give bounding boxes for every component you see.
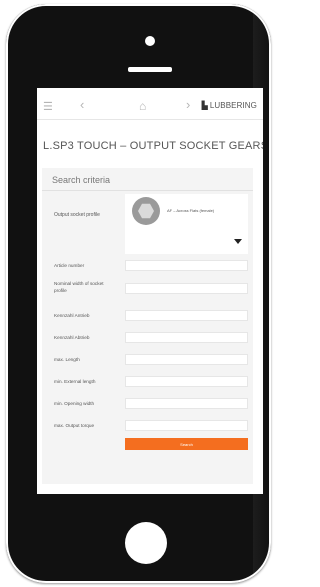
brand-name: LUBBERING (209, 101, 257, 110)
brand-logo[interactable]: ▙ LUBBERING (202, 101, 257, 110)
kennzahl-antrieb-label: Kennzahl Antrieb (54, 313, 90, 318)
nav-divider (37, 119, 263, 120)
article-number-input[interactable] (125, 260, 248, 271)
socket-profile-icon (132, 197, 160, 225)
article-number-label: Article number (54, 263, 85, 268)
phone-frame: ☰ ‹ ⌂ › ▙ LUBBERING L.SP3 TOUCH – OUTPUT… (6, 4, 271, 583)
min-external-length-label: min. External length (54, 379, 96, 384)
search-button[interactable]: Search (125, 438, 248, 450)
search-criteria-panel: Search criteria Output socket profile AF… (42, 168, 253, 484)
search-criteria-heading: Search criteria (52, 175, 111, 185)
top-nav: ☰ ‹ ⌂ › ▙ LUBBERING (37, 96, 263, 118)
output-socket-profile-value: AF – Across Flats (female) (167, 208, 215, 213)
kennzahl-abtrieb-label: Kennzahl Abtrieb (54, 335, 90, 340)
menu-icon[interactable]: ☰ (43, 100, 53, 113)
speaker-grille (128, 67, 172, 72)
min-external-length-input[interactable] (125, 376, 248, 387)
max-output-torque-input[interactable] (125, 420, 248, 431)
chevron-right-icon[interactable]: › (186, 97, 190, 112)
camera-dot (145, 36, 155, 46)
kennzahl-antrieb-input[interactable] (125, 310, 248, 321)
max-length-label: max. Length (54, 357, 80, 362)
nominal-width-input[interactable] (125, 283, 248, 294)
min-opening-width-input[interactable] (125, 398, 248, 409)
dropdown-arrow-icon[interactable] (234, 239, 242, 244)
home-button[interactable] (125, 522, 167, 564)
output-socket-profile-label: Output socket profile (54, 212, 100, 218)
heading-divider (42, 190, 253, 191)
min-opening-width-label: min. Opening width (54, 401, 95, 406)
hex-socket-icon (138, 203, 154, 219)
kennzahl-abtrieb-input[interactable] (125, 332, 248, 343)
brand-mark-icon: ▙ (201, 101, 208, 110)
max-output-torque-label: max. Output torque (54, 423, 95, 428)
output-socket-profile-select[interactable]: AF – Across Flats (female) (125, 194, 248, 254)
nominal-width-label: Nominal width of socket profile (54, 281, 104, 293)
page-title: L.SP3 TOUCH – OUTPUT SOCKET GEARS (43, 140, 263, 152)
screen: ☰ ‹ ⌂ › ▙ LUBBERING L.SP3 TOUCH – OUTPUT… (37, 88, 263, 494)
chevron-left-icon[interactable]: ‹ (80, 97, 84, 112)
home-icon[interactable]: ⌂ (139, 99, 146, 113)
max-length-input[interactable] (125, 354, 248, 365)
